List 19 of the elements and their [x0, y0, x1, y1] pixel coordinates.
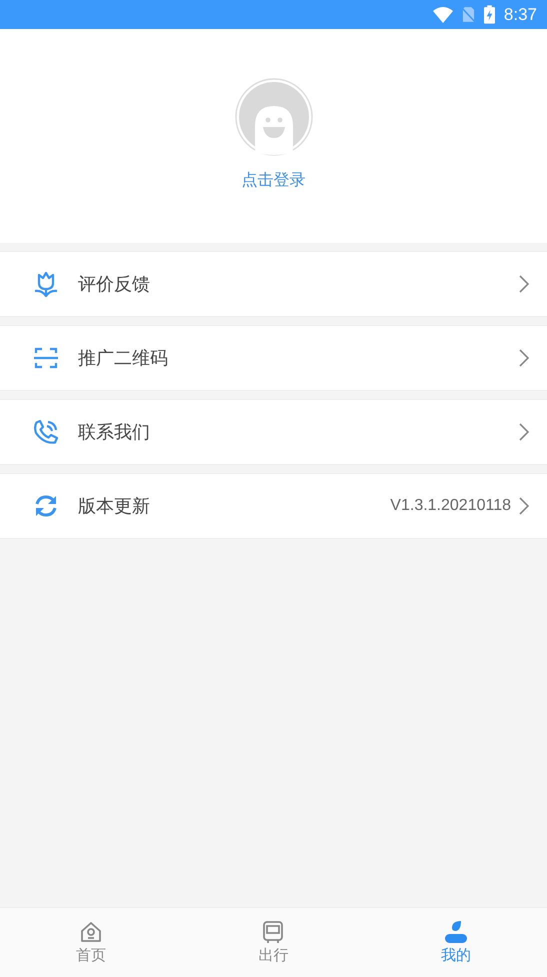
status-time: 8:37 — [504, 4, 537, 24]
chevron-icon — [519, 349, 529, 367]
tulip-icon — [32, 270, 60, 298]
chevron-icon — [519, 275, 529, 293]
chevron-icon — [519, 423, 529, 441]
phone-icon — [32, 418, 60, 446]
home-icon — [79, 920, 104, 944]
wifi-icon — [432, 6, 453, 22]
chevron-icon — [519, 497, 529, 515]
battery-icon — [484, 5, 495, 24]
menu-item[interactable]: 联系我们 — [0, 399, 547, 465]
version-text: V1.3.1.20210118 — [390, 497, 511, 515]
avatar-icon[interactable] — [234, 78, 312, 156]
menu-item[interactable]: 版本更新 V1.3.1.20210118 — [0, 473, 547, 539]
menu-item[interactable]: 推广二维码 — [0, 325, 547, 391]
person-icon — [444, 920, 468, 944]
bus-icon — [261, 920, 286, 944]
menu-item[interactable]: 评价反馈 — [0, 251, 547, 317]
no-sim-icon — [462, 6, 475, 23]
